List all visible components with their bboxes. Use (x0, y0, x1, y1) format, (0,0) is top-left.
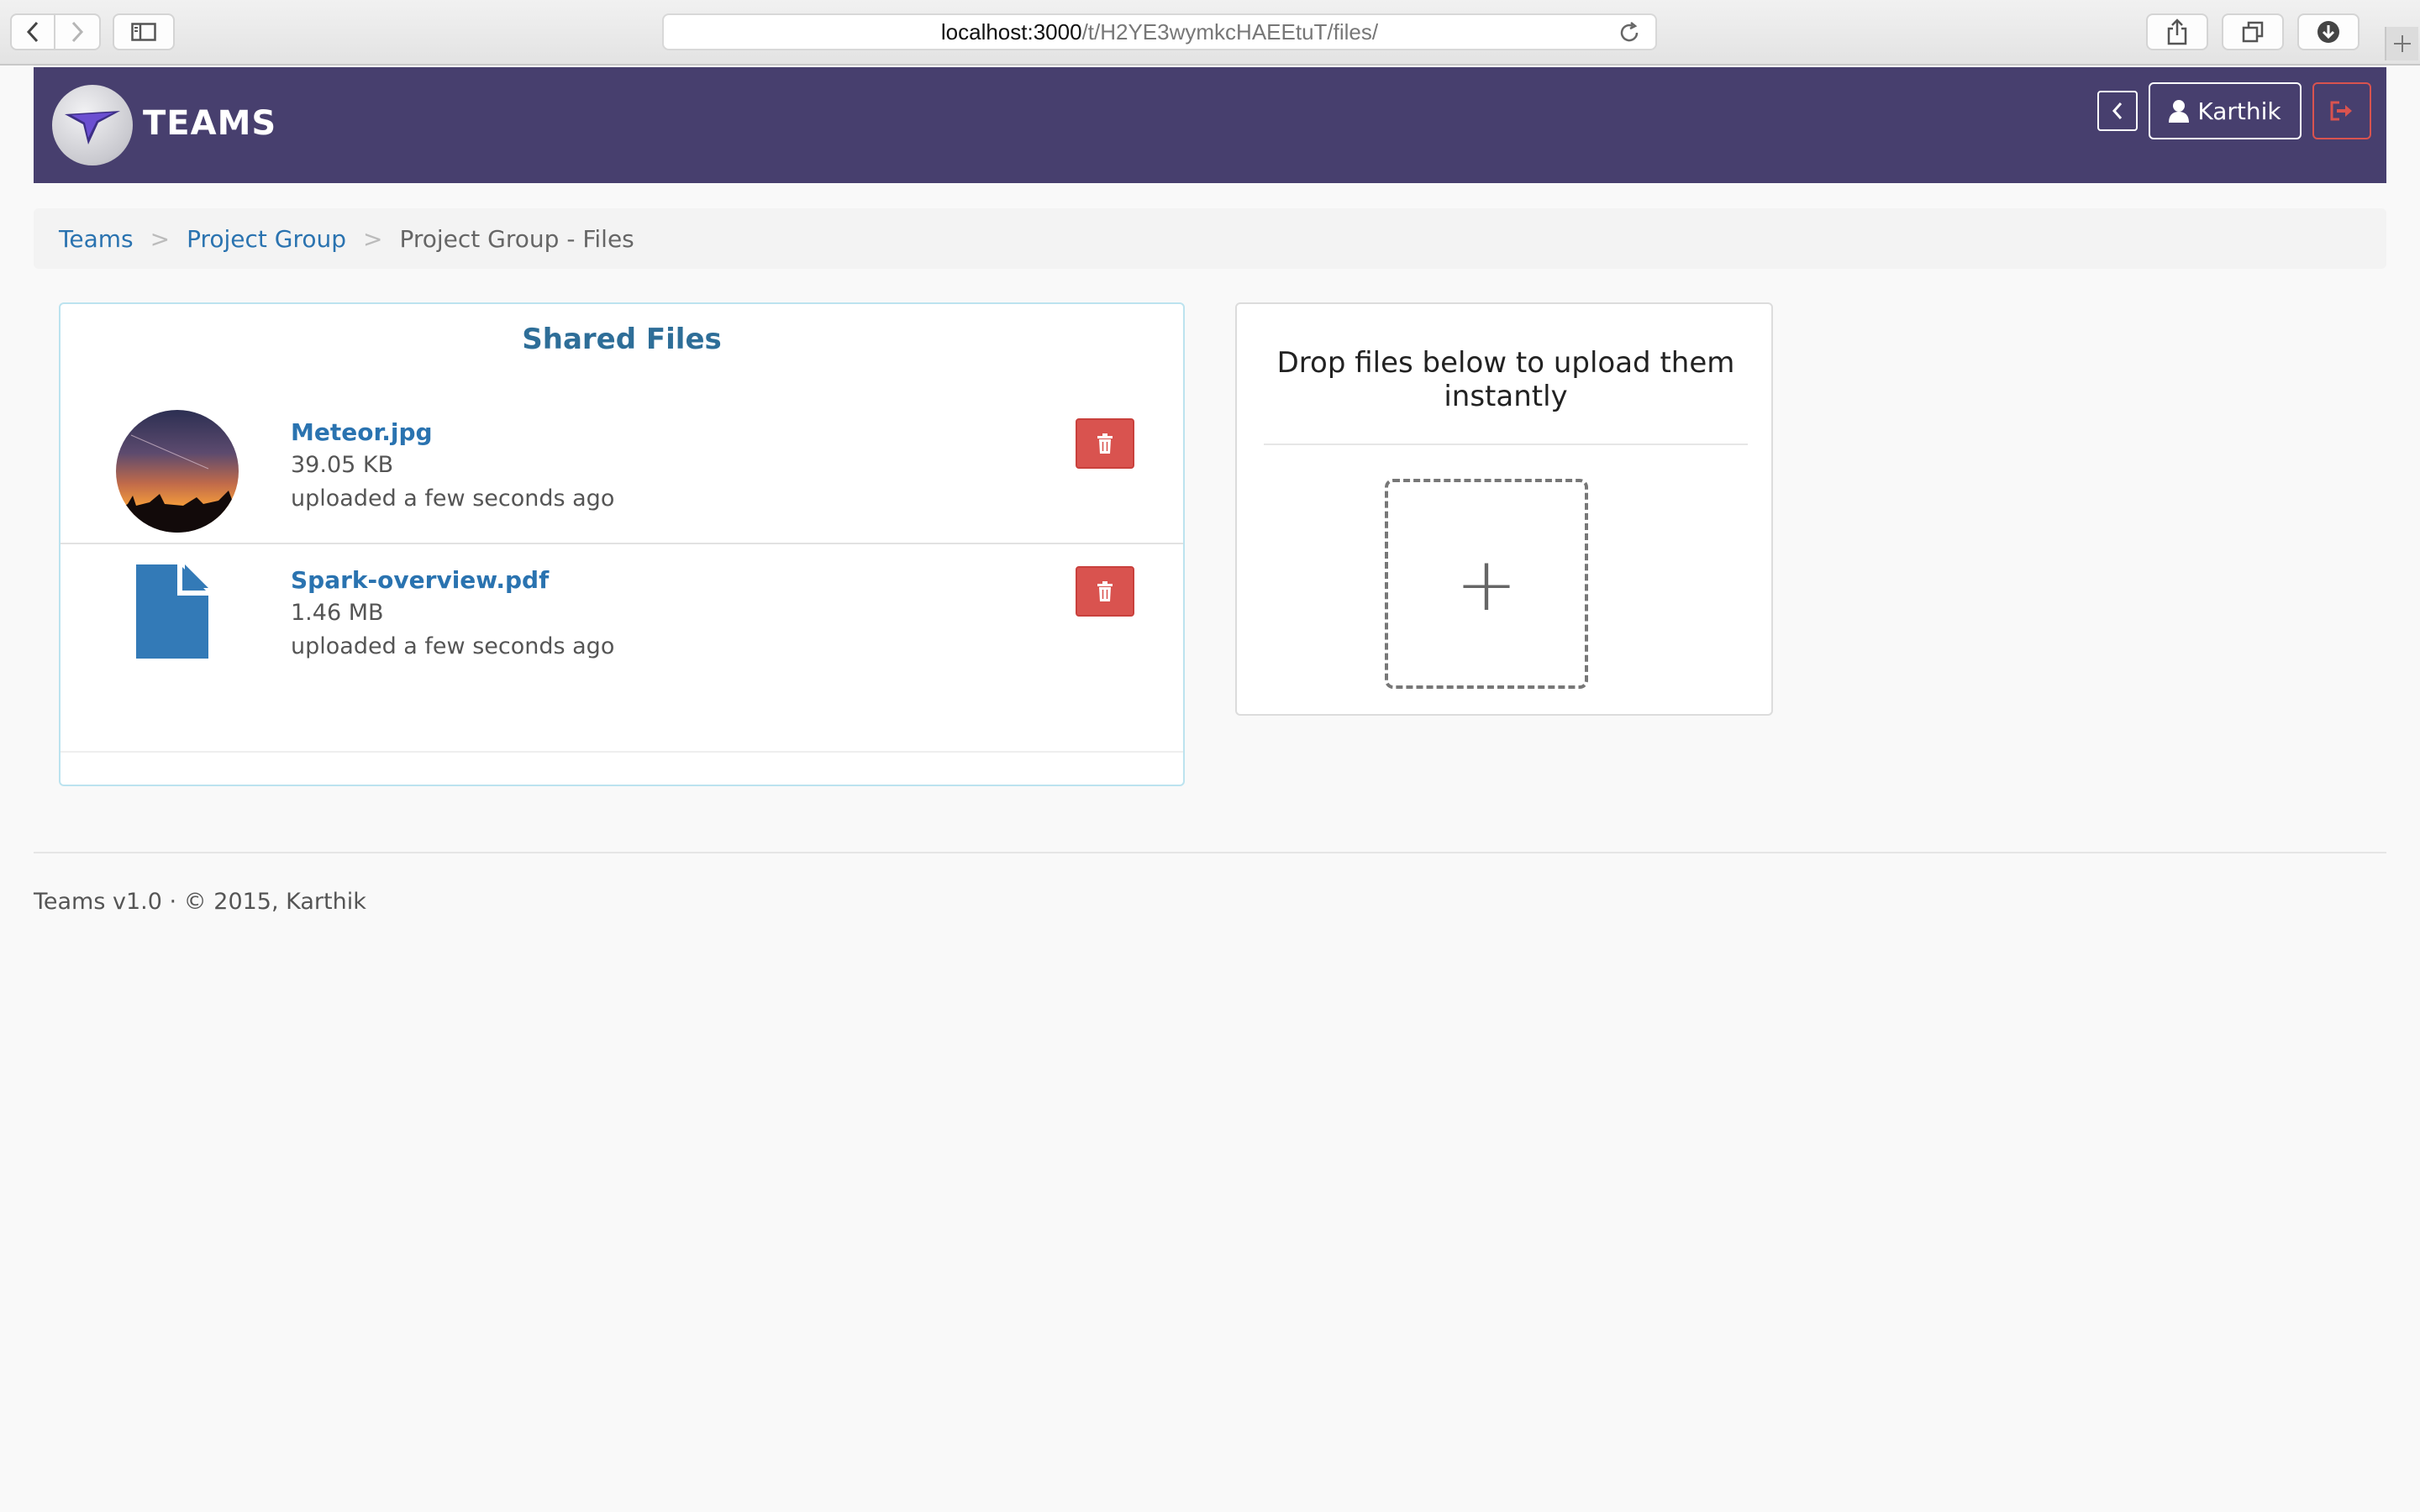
trash-icon (1097, 581, 1113, 601)
logout-icon (2330, 101, 2352, 121)
plus-icon: + (1455, 540, 1518, 627)
file-upload-time: uploaded a few seconds ago (291, 633, 615, 659)
back-button[interactable] (2097, 91, 2138, 131)
sidebar-toggle-button[interactable] (113, 13, 175, 50)
shared-files-panel: Shared Files Meteor.jpg 39.05 KB uploade… (59, 302, 1185, 786)
url-host: localhost:3000 (940, 18, 1082, 45)
share-button[interactable] (2146, 13, 2208, 50)
user-name: Karthik (2197, 97, 2281, 125)
chevron-left-icon (26, 21, 39, 43)
browser-back-button[interactable] (10, 13, 55, 50)
file-name-link[interactable]: Meteor.jpg (291, 418, 433, 446)
image-thumbnail[interactable] (116, 410, 239, 533)
upload-divider (1264, 444, 1748, 445)
teams-logo[interactable] (52, 85, 133, 165)
upload-instructions: Drop files below to upload them instantl… (1276, 346, 1735, 413)
reload-icon[interactable] (1617, 20, 1642, 45)
logo-icon (65, 111, 120, 144)
file-list-item: Meteor.jpg 39.05 KB uploaded a few secon… (60, 388, 1183, 544)
share-icon (2167, 18, 2187, 45)
browser-toolbar: localhost:3000/t/H2YE3wymkcHAEEtuT/files… (0, 0, 2420, 66)
sidebar-icon (131, 23, 156, 41)
address-bar[interactable]: localhost:3000/t/H2YE3wymkcHAEEtuT/files… (662, 13, 1657, 50)
file-list-item: Spark-overview.pdf 1.46 MB uploaded a fe… (60, 546, 1183, 702)
file-icon[interactable] (136, 564, 208, 659)
user-profile-button[interactable]: Karthik (2149, 82, 2302, 139)
downloads-button[interactable] (2297, 13, 2360, 50)
panel-divider (60, 751, 1183, 753)
breadcrumb-separator: > (150, 224, 171, 253)
breadcrumb-separator: > (363, 224, 383, 253)
file-upload-time: uploaded a few seconds ago (291, 486, 615, 512)
breadcrumb-teams[interactable]: Teams (59, 225, 134, 253)
file-size: 1.46 MB (291, 600, 384, 626)
browser-forward-button[interactable] (55, 13, 101, 50)
app-header: TEAMS Karthik (34, 67, 2386, 183)
footer-divider (34, 852, 2386, 853)
chevron-right-icon (71, 21, 84, 43)
panel-title: Shared Files (522, 323, 722, 356)
breadcrumb-current: Project Group - Files (399, 224, 634, 253)
user-icon (2169, 100, 2190, 123)
file-drop-zone[interactable]: + (1385, 479, 1588, 689)
logout-button[interactable] (2312, 82, 2371, 139)
breadcrumb: Teams > Project Group > Project Group - … (34, 208, 2386, 269)
trash-icon (1097, 433, 1113, 454)
download-icon (2317, 21, 2339, 43)
url-path: /t/H2YE3wymkcHAEEtuT/files/ (1081, 18, 1379, 45)
footer-copyright: Teams v1.0 · © 2015, Karthik (34, 889, 366, 915)
chevron-left-icon (2112, 102, 2123, 119)
delete-file-button[interactable] (1076, 418, 1134, 469)
breadcrumb-project-group[interactable]: Project Group (187, 225, 346, 253)
show-tabs-button[interactable] (2222, 13, 2284, 50)
sunset-image (116, 410, 239, 533)
upload-panel: Drop files below to upload them instantl… (1235, 302, 1773, 716)
new-tab-button[interactable] (2385, 27, 2418, 60)
brand-name: TEAMS (143, 104, 277, 143)
file-size: 39.05 KB (291, 452, 394, 478)
plus-icon (2394, 35, 2411, 52)
tabs-icon (2242, 21, 2264, 43)
file-name-link[interactable]: Spark-overview.pdf (291, 566, 549, 594)
delete-file-button[interactable] (1076, 566, 1134, 617)
